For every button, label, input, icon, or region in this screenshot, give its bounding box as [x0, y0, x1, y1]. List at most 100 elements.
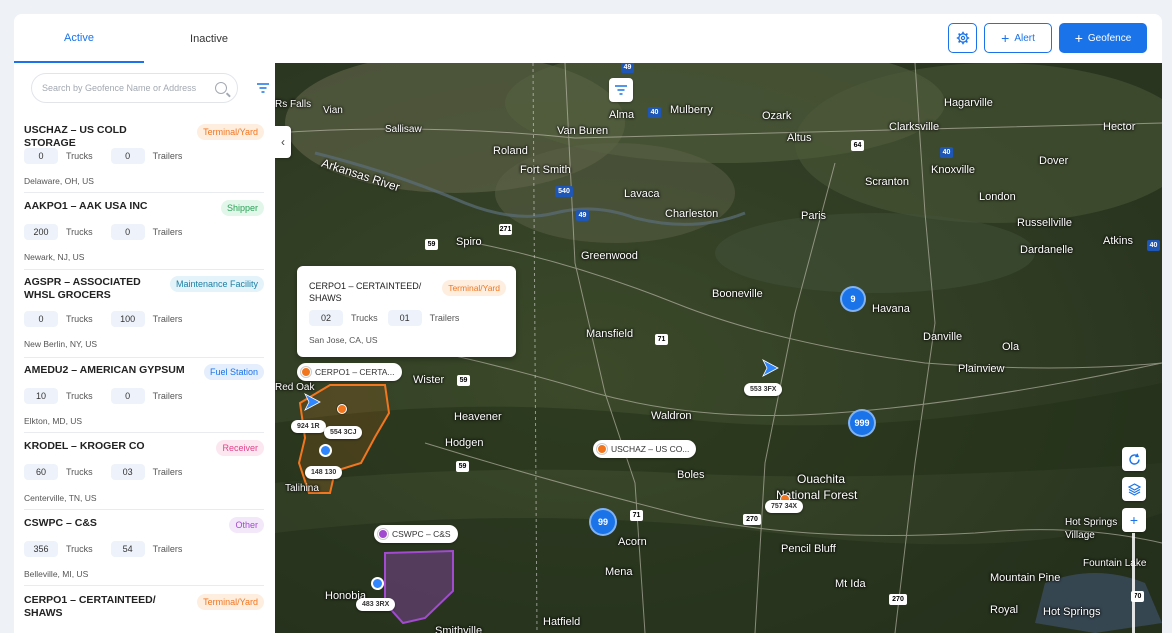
vehicle-arrow-icon[interactable] — [303, 393, 321, 411]
zoom-in-button[interactable]: + — [1122, 508, 1146, 532]
geofence-card[interactable]: USCHAZ – US COLD STORAGE Terminal/Yard 0… — [24, 124, 264, 193]
top-bar: Active Inactive + Alert + Geofence — [14, 14, 1162, 63]
parked-vehicle-icon[interactable] — [371, 577, 384, 590]
trucks-label: Trucks — [66, 314, 93, 324]
map-place-label: Acorn — [618, 536, 647, 548]
pin-dot-icon — [301, 367, 311, 377]
map-place-label: Hot Springs Village — [1065, 517, 1118, 541]
search-placeholder: Search by Geofence Name or Address — [42, 83, 197, 93]
geofence-card[interactable]: CSWPC – C&S Other 356 Trucks 54 Trailers B… — [24, 517, 264, 586]
trucks-label: Trucks — [351, 313, 378, 323]
vehicle-cluster[interactable]: 9 — [840, 286, 866, 312]
vehicle-tag[interactable]: 483 3RX — [356, 598, 396, 611]
map-place-label: Pencil Bluff — [781, 543, 836, 555]
map-place-label: Hot Springs — [1043, 606, 1101, 618]
geofence-location: New Berlin, NY, US — [24, 339, 98, 349]
layers-icon — [1127, 482, 1141, 496]
map-place-label: Roland — [493, 145, 528, 157]
map-place-label: Fort Smith — [520, 164, 571, 176]
geofence-map-pin[interactable]: CSWPC – C&S — [374, 525, 458, 543]
map-place-label: Ola — [1002, 341, 1020, 353]
map-place-label: Spiro — [456, 236, 482, 248]
truck-count: 356 — [24, 541, 58, 557]
map-place-label: Clarksville — [889, 121, 940, 133]
geofence-location: Delaware, OH, US — [24, 176, 94, 186]
geofence-name: USCHAZ – US COLD STORAGE — [24, 124, 127, 149]
geofence-marker-icon[interactable] — [337, 404, 347, 414]
map-place-label: Atkins — [1103, 235, 1133, 247]
counts-row: 60 Trucks 03 Trailers — [24, 464, 182, 480]
refresh-icon — [1128, 453, 1140, 465]
trailer-count: 01 — [387, 310, 422, 326]
app-window: Active Inactive + Alert + Geofence Searc… — [14, 14, 1162, 633]
trailers-label: Trailers — [152, 467, 183, 477]
geofence-card[interactable]: AMEDU2 – AMERICAN GYPSUM Fuel Station 10… — [24, 364, 264, 433]
pin-dot-icon — [597, 444, 607, 454]
geofence-card[interactable]: KRODEL – KROGER CO Receiver 60 Trucks 03 T… — [24, 440, 264, 510]
map-filter-button[interactable] — [609, 78, 633, 102]
filter-icon[interactable] — [257, 83, 269, 93]
add-alert-button[interactable]: + Alert — [984, 23, 1052, 53]
map-layers-button[interactable] — [1122, 477, 1146, 501]
highway-shield: 270 — [743, 514, 761, 525]
map-place-label: Paris — [801, 210, 827, 222]
geofence-location: Belleville, MI, US — [24, 569, 89, 579]
highway-shield: 71 — [655, 334, 668, 345]
vehicle-tag[interactable]: 553 3FX — [744, 383, 783, 396]
geofence-name: CSWPC – C&S — [24, 517, 97, 529]
vehicle-arrow-icon[interactable] — [761, 359, 779, 377]
map-place-label: Mena — [605, 566, 633, 578]
type-badge: Receiver — [216, 440, 264, 456]
trailers-label: Trailers — [152, 314, 183, 324]
collapse-sidebar-button[interactable]: ‹ — [275, 126, 291, 158]
vehicle-cluster[interactable]: 99 — [589, 508, 617, 536]
highway-shield: 40 — [940, 147, 953, 158]
tab-inactive[interactable]: Inactive — [144, 14, 274, 63]
trailers-label: Trailers — [429, 313, 460, 323]
map-place-label: London — [979, 191, 1016, 203]
geofence-card[interactable]: AAKPO1 – AAK USA INC Shipper 200 Trucks 0… — [24, 200, 264, 270]
vehicle-tag[interactable]: 757 34X — [765, 500, 804, 513]
map-place-label: Mansfield — [586, 328, 634, 340]
geofence-card[interactable]: AGSPR – ASSOCIATED WHSL GROCERS Maintena… — [24, 276, 264, 358]
parked-vehicle-icon[interactable] — [319, 444, 332, 457]
vehicle-tag[interactable]: 554 3CJ — [324, 426, 363, 439]
popup-location: San Jose, CA, US — [309, 335, 378, 345]
geofence-name: CERPO1 – CERTAINTEED/ SHAWS — [24, 594, 156, 619]
trucks-label: Trucks — [66, 151, 93, 161]
zoom-slider[interactable] — [1132, 533, 1135, 633]
map-place-label: Hatfield — [543, 616, 581, 628]
map-place-label: Boles — [677, 469, 705, 481]
vehicle-tag[interactable]: 148 130 — [305, 466, 343, 479]
search-input[interactable]: Search by Geofence Name or Address — [31, 73, 238, 103]
highway-shield: 40 — [1147, 240, 1160, 251]
geofence-map-pin[interactable]: USCHAZ – US CO... — [593, 440, 697, 458]
plus-icon: + — [1074, 30, 1083, 46]
search-icon[interactable] — [215, 82, 227, 94]
plus-icon: + — [1129, 512, 1139, 528]
map-place-label: Booneville — [712, 288, 763, 300]
geofence-popup[interactable]: CERPO1 – CERTAINTEED/ SHAWS Terminal/Yar… — [297, 266, 516, 357]
trailers-label: Trailers — [152, 227, 183, 237]
map-place-label: Fountain Lake — [1083, 558, 1147, 569]
vehicle-cluster[interactable]: 999 — [848, 409, 876, 437]
trailer-count: 0 — [110, 388, 145, 404]
pin-label: CERPO1 – CERTA... — [315, 367, 395, 377]
trailer-count: 03 — [110, 464, 145, 480]
refresh-button[interactable] — [1122, 447, 1146, 471]
geofence-card[interactable]: CERPO1 – CERTAINTEED/ SHAWS Terminal/Yar… — [24, 594, 264, 633]
counts-row: 200 Trucks 0 Trailers — [24, 224, 182, 240]
filter-icon — [615, 85, 627, 95]
trucks-label: Trucks — [66, 467, 93, 477]
truck-count: 10 — [24, 388, 58, 404]
settings-button[interactable] — [948, 23, 977, 53]
map-place-label: Lavaca — [624, 188, 660, 200]
geofence-map-pin[interactable]: CERPO1 – CERTA... — [297, 363, 402, 381]
highway-shield: 59 — [425, 239, 438, 250]
add-geofence-button[interactable]: + Geofence — [1059, 23, 1147, 53]
trailers-label: Trailers — [152, 391, 183, 401]
map-view[interactable]: ‹ Rs Falls Vian Sallisaw Van Buren Rolan… — [275, 63, 1162, 633]
highway-shield: 270 — [889, 594, 907, 605]
tab-active[interactable]: Active — [14, 14, 144, 63]
vehicle-tag[interactable]: 924 1R — [291, 420, 326, 433]
